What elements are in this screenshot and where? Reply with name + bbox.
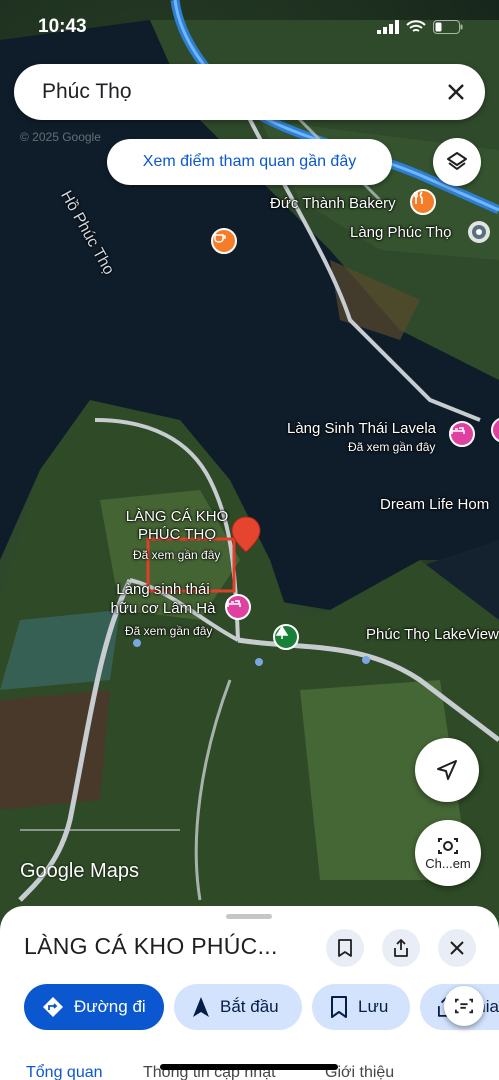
directions-button[interactable]: Đường đi	[24, 984, 164, 1030]
place-tabs: Tổng quan Thông tin cập nhật Giới thiệu	[0, 1060, 499, 1080]
coffee-icon	[214, 234, 226, 243]
drag-handle[interactable]	[226, 914, 272, 919]
directions-icon	[43, 997, 63, 1017]
recently-viewed-lang-ca-kho: Đã xem gần đây	[133, 548, 221, 562]
wifi-icon	[406, 20, 426, 32]
copyright-mark: © 2025 Google	[20, 130, 101, 144]
home-indicator[interactable]	[160, 1064, 338, 1070]
bookmark-icon	[338, 939, 352, 957]
share-icon	[394, 939, 408, 957]
nearby-attractions-chip[interactable]: Xem điểm tham quan gần đây	[107, 139, 392, 185]
start-button[interactable]: Bắt đầu	[174, 984, 302, 1030]
place-label-lakeview[interactable]: Phúc Thọ LakeView	[366, 626, 499, 644]
start-label: Bắt đầu	[220, 997, 279, 1016]
camera-search-icon	[438, 837, 458, 854]
hotel-icon	[451, 426, 465, 434]
restaurant-icon	[414, 191, 423, 204]
bookmark-icon	[331, 996, 347, 1018]
layers-icon	[447, 152, 467, 170]
place-label-lang-ca-kho[interactable]: LÀNG CÁ KHO PHÚC THỌ	[118, 508, 236, 544]
navigation-icon	[193, 997, 209, 1017]
lens-button[interactable]: Ch...em	[415, 820, 481, 886]
save-button[interactable]: Lưu	[312, 984, 410, 1030]
my-location-button[interactable]	[415, 738, 479, 802]
place-label-bakery[interactable]: Đức Thành Bakery	[270, 195, 396, 213]
place-label-lavela[interactable]: Làng Sinh Thái Lavela	[287, 420, 436, 438]
close-sheet-button[interactable]	[438, 929, 476, 967]
place-label-lam-ha[interactable]: Làng sinh thái hữu cơ Lâm Hà	[106, 580, 220, 618]
close-icon	[450, 941, 464, 955]
signal-icon	[377, 20, 399, 34]
status-bar: 10:43	[0, 0, 499, 56]
share-icon-button[interactable]	[382, 929, 420, 967]
search-query[interactable]: Phúc Thọ	[42, 80, 132, 104]
clear-search-button[interactable]	[439, 75, 473, 109]
place-bottom-sheet[interactable]: LÀNG CÁ KHO PHÚC... Đường đi Bắt đầu Lưu…	[0, 906, 499, 1080]
bakery-pin[interactable]	[410, 189, 436, 215]
directions-label: Đường đi	[74, 997, 146, 1016]
camera-search-icon	[455, 998, 473, 1014]
search-bar[interactable]: Phúc Thọ	[14, 64, 485, 120]
google-maps-logo: Google Maps	[20, 860, 139, 882]
tab-overview[interactable]: Tổng quan	[26, 1064, 103, 1080]
place-label-dreamlife[interactable]: Dream Life Hom	[380, 496, 489, 514]
battery-icon	[433, 20, 463, 34]
close-icon	[448, 84, 464, 100]
park-pin[interactable]	[273, 624, 299, 650]
navigation-arrow-icon	[437, 760, 457, 780]
place-label-village[interactable]: Làng Phúc Thọ	[350, 224, 451, 242]
save-label: Lưu	[358, 997, 389, 1016]
cafe-pin[interactable]	[211, 228, 237, 254]
hotel-pin-lam-ha[interactable]	[225, 594, 251, 620]
lens-label: Ch...em	[425, 855, 471, 871]
status-time: 10:43	[38, 16, 87, 37]
recently-viewed-lavela: Đã xem gần đây	[348, 440, 436, 454]
hotel-pin-lavela[interactable]	[449, 421, 475, 447]
lens-mini-button[interactable]	[444, 986, 484, 1026]
layers-button[interactable]	[433, 138, 481, 186]
hotel-icon	[227, 599, 241, 607]
tree-icon	[275, 626, 289, 639]
place-title: LÀNG CÁ KHO PHÚC...	[24, 933, 278, 959]
recently-viewed-lam-ha: Đã xem gần đây	[125, 624, 213, 638]
save-icon-button[interactable]	[326, 929, 364, 967]
